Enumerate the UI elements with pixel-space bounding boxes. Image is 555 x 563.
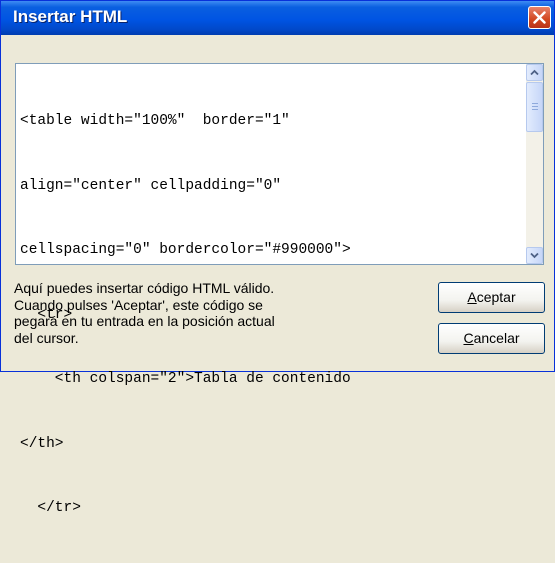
help-line: del cursor. [14,330,79,347]
help-line: Aquí puedes insertar código HTML válido. [14,280,275,296]
close-icon [533,11,546,24]
scroll-down-button[interactable] [526,247,543,264]
html-code-textarea[interactable]: <table width="100%" border="1" align="ce… [15,63,544,516]
scroll-up-button[interactable] [526,64,543,81]
arrow-up-icon [530,69,539,76]
grip-line [532,106,538,107]
help-line: Cuando pulses 'Aceptar', este código se [14,296,263,313]
dialog-title: Insertar HTML [13,7,128,26]
scrollbar-thumb[interactable] [526,82,543,132]
vertical-scrollbar[interactable] [526,64,543,264]
title-bar[interactable]: Insertar HTML [1,1,554,35]
help-line: pegará en tu entrada en la posición actu… [14,313,275,330]
insert-html-dialog: Insertar HTML <table width="100%" border… [0,0,555,516]
code-line: align="center" cellpadding="0" [20,177,282,194]
code-line: </tr> [20,500,81,516]
cancel-mnemonic: C [463,330,474,346]
accept-mnemonic: A [467,289,477,305]
help-text: Aquí puedes insertar código HTML válido.… [14,280,374,347]
code-line: <table width="100%" border="1" [20,113,290,129]
close-button[interactable] [528,6,551,29]
arrow-down-icon [530,252,539,259]
cancel-button[interactable]: Cancelar [438,323,545,354]
accept-button[interactable]: Aceptar [438,282,545,313]
grip-line [532,103,538,104]
code-line: <th colspan="2">Tabla de contenido [20,371,351,387]
accept-label-rest: ceptar [476,289,516,305]
code-line: cellspacing="0" bordercolor="#990000"> [20,242,351,258]
grip-line [532,109,538,110]
cancel-label-rest: ancelar [473,330,520,346]
code-line: </th> [20,435,64,452]
